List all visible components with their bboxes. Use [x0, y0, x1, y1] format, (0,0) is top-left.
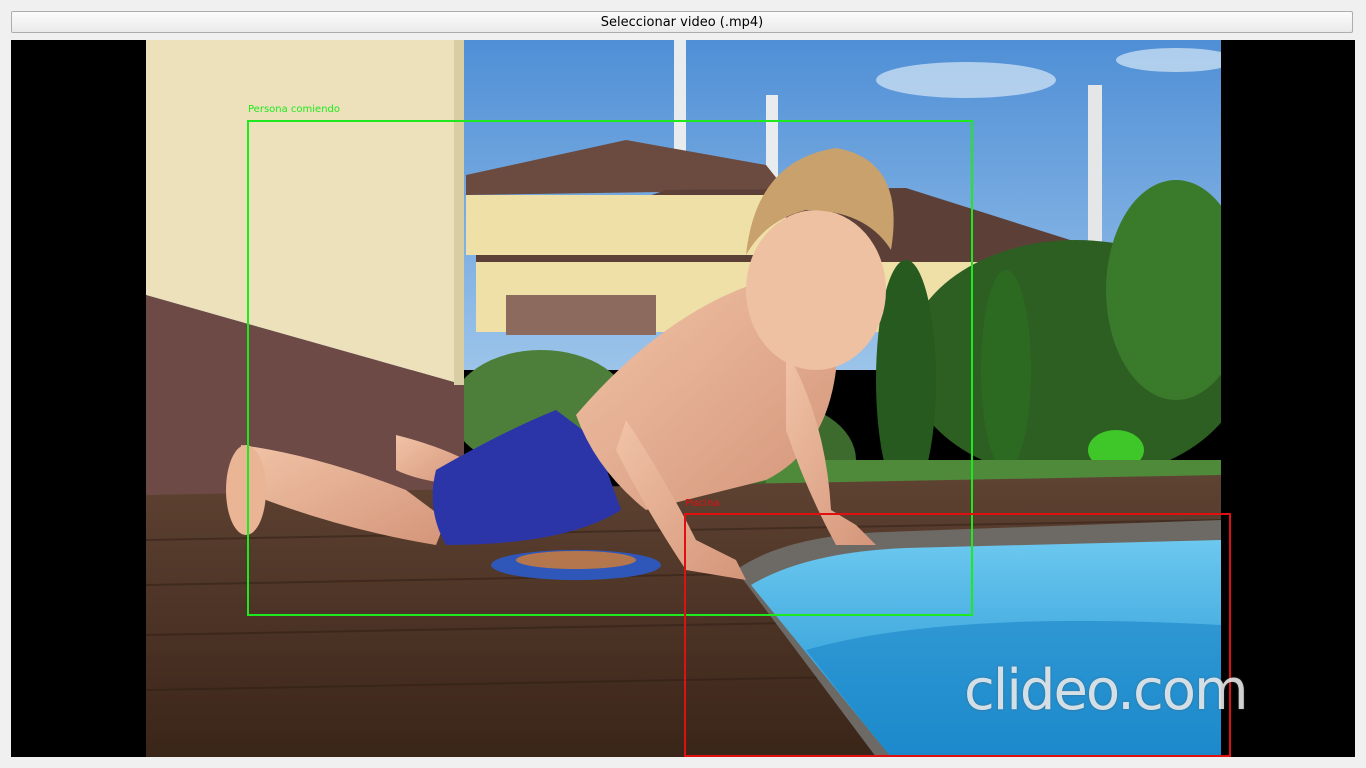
watermark-text: clideo.com: [964, 658, 1249, 723]
detection-label-person-eating: Persona comiendo: [248, 104, 341, 115]
detection-label-pool: Piscina: [685, 498, 720, 509]
select-video-button[interactable]: Seleccionar video (.mp4): [11, 11, 1353, 33]
app-window: Seleccionar video (.mp4) Persona comiend…: [0, 0, 1366, 768]
video-display: Persona comiendo Piscina clideo.com: [11, 40, 1355, 757]
